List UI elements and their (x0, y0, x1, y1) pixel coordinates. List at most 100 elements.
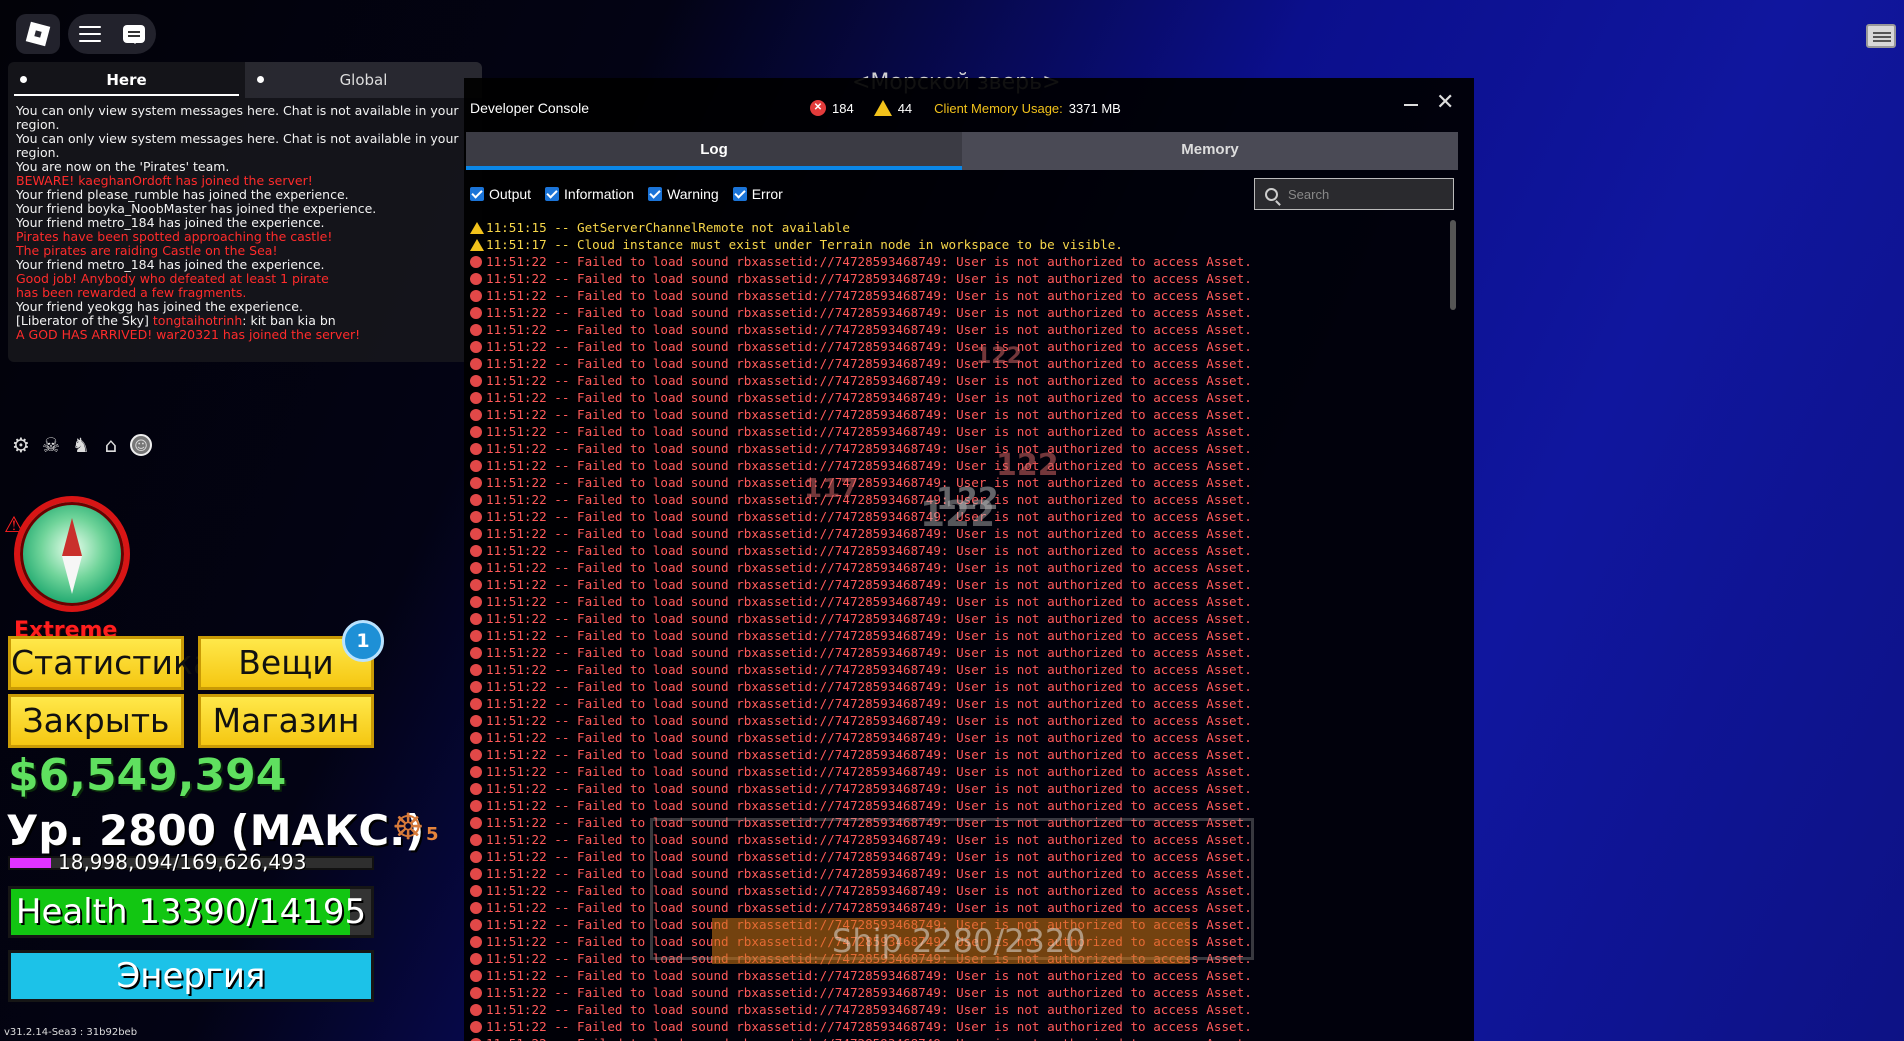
error-icon (470, 1003, 482, 1016)
log-text: 11:51:22 -- Failed to load sound rbxasse… (486, 985, 1252, 1000)
error-icon (470, 646, 482, 659)
chat-message-player: [Liberator of the Sky] tongtaihotrinh: k… (16, 314, 474, 328)
error-icon (470, 884, 482, 897)
health-text: Health 13390/14195 (15, 892, 367, 932)
log-entry: 11:51:22 -- Failed to load sound rbxasse… (470, 440, 1445, 457)
close-button[interactable]: Закрыть (8, 694, 184, 748)
log-entry: 11:51:22 -- Failed to load sound rbxasse… (470, 559, 1445, 576)
stats-button[interactable]: Статистика (8, 636, 213, 690)
error-icon (470, 969, 482, 982)
log-text: 11:51:22 -- Failed to load sound rbxasse… (486, 526, 1252, 541)
damage-number: 122 (976, 344, 1022, 369)
log-text: 11:51:22 -- Failed to load sound rbxasse… (486, 1035, 1252, 1041)
tab-log[interactable]: Log (466, 132, 962, 170)
log-text: 11:51:22 -- Failed to load sound rbxasse… (486, 373, 1252, 388)
log-text: 11:51:22 -- Failed to load sound rbxasse… (486, 322, 1252, 337)
error-icon (470, 1020, 482, 1033)
warning-icon (470, 221, 484, 234)
topbar-group (68, 14, 156, 54)
skull-crossbones-icon[interactable]: ☠ (40, 434, 62, 456)
roblox-menu-button[interactable] (16, 14, 60, 54)
gear-icon[interactable]: ⚙ (10, 434, 32, 456)
log-text: 11:51:22 -- Failed to load sound rbxasse… (486, 458, 1252, 473)
home-icon[interactable]: ⌂ (100, 434, 122, 456)
filter-warning[interactable]: Warning (648, 186, 719, 202)
log-text: 11:51:22 -- Failed to load sound rbxasse… (486, 271, 1252, 286)
chat-tabs: Here Global (8, 62, 482, 98)
error-icon (470, 765, 482, 778)
minimize-icon[interactable] (1404, 104, 1418, 106)
error-icon (470, 493, 482, 506)
error-icon (470, 510, 482, 523)
error-icon (470, 578, 482, 591)
log-entry: 11:51:22 -- Failed to load sound rbxasse… (470, 406, 1445, 423)
log-text: 11:51:15 -- GetServerChannelRemote not a… (486, 220, 850, 235)
tab-memory[interactable]: Memory (962, 132, 1458, 170)
log-text: 11:51:22 -- Failed to load sound rbxasse… (486, 288, 1252, 303)
log-entry: 11:51:22 -- Failed to load sound rbxasse… (470, 627, 1445, 644)
checkbox-checked-icon[interactable] (732, 187, 747, 201)
chat-tab-here[interactable]: Here (8, 62, 245, 98)
log-text: 11:51:22 -- Failed to load sound rbxasse… (486, 696, 1252, 711)
chat-messages: You can only view system messages here. … (8, 98, 482, 348)
error-count-icon[interactable]: ✕ (810, 100, 826, 116)
search-input[interactable] (1288, 186, 1428, 202)
log-text: 11:51:22 -- Failed to load sound rbxasse… (486, 1002, 1252, 1017)
log-entry: 11:51:22 -- Failed to load sound rbxasse… (470, 797, 1445, 814)
chat-tab-global[interactable]: Global (245, 62, 482, 98)
log-text: 11:51:22 -- Failed to load sound rbxasse… (486, 407, 1252, 422)
avatar-icon[interactable]: ☺ (130, 434, 152, 456)
error-icon (470, 476, 482, 489)
log-text: 11:51:22 -- Failed to load sound rbxasse… (486, 509, 1252, 524)
log-text: 11:51:22 -- Failed to load sound rbxasse… (486, 390, 1252, 405)
chat-tab-label: Here (106, 71, 147, 89)
checkbox-checked-icon[interactable] (470, 187, 484, 201)
warning-count-icon[interactable] (873, 100, 892, 116)
hamburger-icon[interactable] (79, 26, 101, 42)
error-count: 184 (832, 100, 854, 116)
filter-error[interactable]: Error (732, 186, 783, 202)
error-icon (470, 714, 482, 727)
player-name[interactable]: tongtaihotrinh (153, 313, 242, 328)
tab-dot-icon (257, 76, 264, 83)
log-entry: 11:51:22 -- Failed to load sound rbxasse… (470, 355, 1445, 372)
log-text: 11:51:22 -- Failed to load sound rbxasse… (486, 577, 1252, 592)
level-display: Ур. 2800 (МАКС.) (6, 806, 425, 855)
log-entry: 11:51:22 -- Failed to load sound rbxasse… (470, 610, 1445, 627)
items-notification-badge: 1 (342, 620, 384, 662)
close-icon[interactable]: ✕ (1436, 92, 1454, 114)
chat-message: Your friend please_rumble has joined the… (16, 187, 349, 202)
error-icon (470, 306, 482, 319)
error-icon (470, 782, 482, 795)
error-icon (470, 459, 482, 472)
window-switch-icon[interactable] (1866, 24, 1896, 48)
chat-icon[interactable] (123, 25, 145, 44)
memory-usage-label: Client Memory Usage: (934, 100, 1063, 116)
log-scrollbar[interactable] (1450, 220, 1456, 310)
log-text: 11:51:22 -- Failed to load sound rbxasse… (486, 594, 1252, 609)
checkbox-checked-icon[interactable] (648, 187, 663, 201)
health-bar: Health 13390/14195 (8, 886, 374, 938)
error-icon (470, 544, 482, 557)
roblox-logo-icon (25, 21, 51, 47)
fighter-icon[interactable]: ♞ (70, 434, 92, 456)
filter-information[interactable]: Information (545, 186, 634, 202)
error-icon (470, 663, 482, 676)
error-icon (470, 255, 482, 268)
log-entry: 11:51:22 -- Failed to load sound rbxasse… (470, 270, 1445, 287)
ship-health-text: Ship 2280/2320 (832, 922, 1086, 960)
filter-output[interactable]: Output (470, 186, 531, 202)
error-icon (470, 850, 482, 863)
chat-message: Your friend boyka_NoobMaster has joined … (16, 201, 377, 216)
log-search[interactable] (1254, 178, 1454, 210)
error-icon (470, 272, 482, 285)
shop-button[interactable]: Магазин (198, 694, 374, 748)
error-icon (470, 986, 482, 999)
log-text: 11:51:22 -- Failed to load sound rbxasse… (486, 764, 1252, 779)
damage-number: 122 (996, 448, 1059, 483)
search-icon (1265, 187, 1278, 201)
hud-icon-row: ⚙ ☠ ♞ ⌂ ☺ (10, 434, 152, 456)
log-text: 11:51:22 -- Failed to load sound rbxasse… (486, 713, 1252, 728)
error-icon (470, 952, 482, 965)
checkbox-checked-icon[interactable] (545, 187, 560, 201)
